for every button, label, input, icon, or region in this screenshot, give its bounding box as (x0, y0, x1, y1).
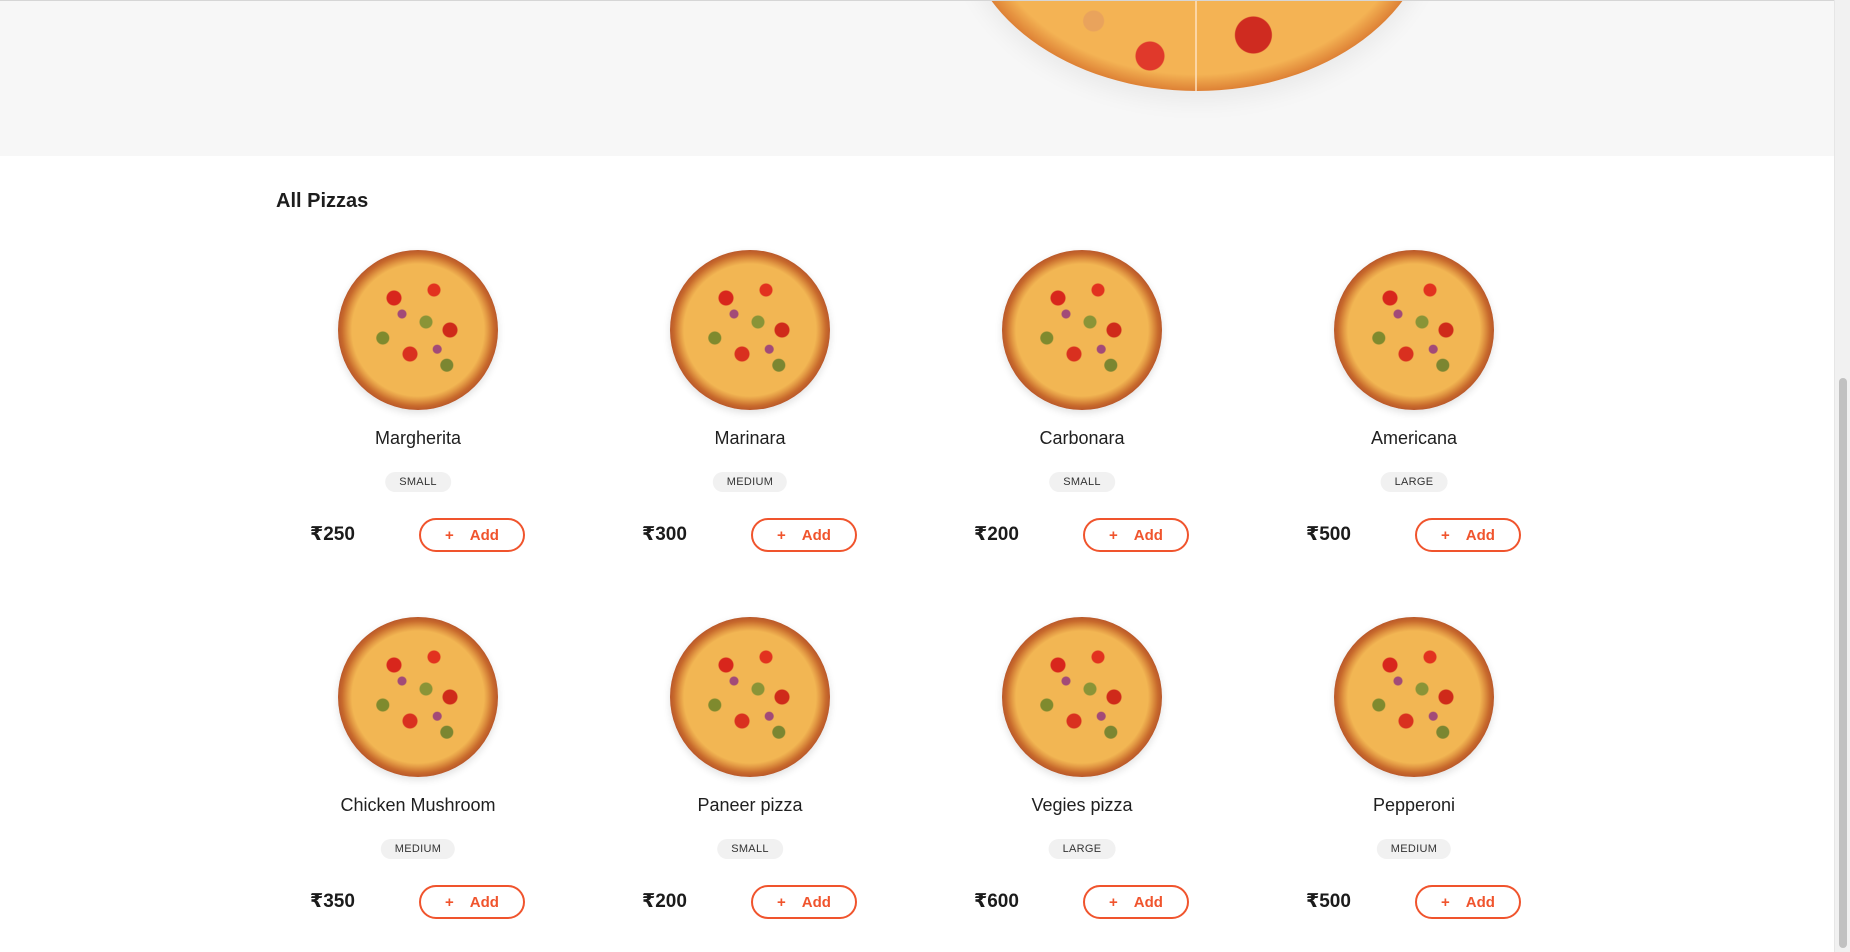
hero-banner (0, 0, 1834, 156)
pizza-name: Vegies pizza (1031, 795, 1133, 815)
add-button[interactable]: + Add (1083, 885, 1189, 919)
page: All Pizzas Margherita SMALL ₹250 + Add M… (0, 0, 1850, 952)
pizza-image (338, 250, 498, 410)
hero-pizza-image (962, 1, 1432, 91)
pizza-price: ₹200 (974, 524, 1019, 545)
pizza-card: Marinara MEDIUM ₹300 + Add (608, 246, 940, 613)
pizza-card: Paneer pizza SMALL ₹200 + Add (608, 613, 940, 952)
add-button-label: Add (1133, 526, 1163, 544)
size-badge: LARGE (1048, 839, 1116, 859)
pizza-image (1334, 617, 1494, 777)
scrollbar[interactable] (1834, 0, 1850, 952)
add-button-label: Add (801, 526, 831, 544)
add-button-label: Add (1133, 893, 1163, 911)
add-button-label: Add (469, 893, 499, 911)
add-button-label: Add (1465, 893, 1495, 911)
pizza-name: Carbonara (1039, 428, 1125, 448)
pizza-card: Margherita SMALL ₹250 + Add (276, 246, 608, 613)
plus-icon: + (1441, 526, 1450, 544)
plus-icon: + (1109, 893, 1118, 911)
pizza-price: ₹200 (642, 891, 687, 912)
pizza-image (670, 617, 830, 777)
add-button[interactable]: + Add (1083, 518, 1189, 552)
size-badge: MEDIUM (380, 839, 456, 859)
pizza-price: ₹300 (642, 524, 687, 545)
pizza-card: Carbonara SMALL ₹200 + Add (940, 246, 1272, 613)
add-button-label: Add (1465, 526, 1495, 544)
size-badge: MEDIUM (1376, 839, 1452, 859)
pizza-name: Marinara (714, 428, 786, 448)
section-title: All Pizzas (276, 190, 369, 212)
pizza-grid: Margherita SMALL ₹250 + Add Marinara MED… (276, 246, 1608, 952)
pizza-image (338, 617, 498, 777)
pizza-name: Americana (1370, 428, 1458, 448)
pizza-image (1002, 617, 1162, 777)
pizza-card: Pepperoni MEDIUM ₹500 + Add (1272, 613, 1604, 952)
size-badge: SMALL (1049, 472, 1115, 492)
pizza-image (670, 250, 830, 410)
pizza-card: Vegies pizza LARGE ₹600 + Add (940, 613, 1272, 952)
size-badge: LARGE (1380, 472, 1448, 492)
add-button[interactable]: + Add (1415, 518, 1521, 552)
plus-icon: + (1441, 893, 1450, 911)
scrollbar-thumb[interactable] (1839, 378, 1847, 948)
add-button[interactable]: + Add (419, 518, 525, 552)
plus-icon: + (445, 893, 454, 911)
size-badge: SMALL (385, 472, 451, 492)
plus-icon: + (777, 526, 786, 544)
pizza-card: Chicken Mushroom MEDIUM ₹350 + Add (276, 613, 608, 952)
pizza-image (1334, 250, 1494, 410)
pizza-name: Chicken Mushroom (340, 795, 496, 815)
add-button[interactable]: + Add (751, 518, 857, 552)
plus-icon: + (1109, 526, 1118, 544)
pizza-image (1002, 250, 1162, 410)
add-button-label: Add (801, 893, 831, 911)
pizza-card: Americana LARGE ₹500 + Add (1272, 246, 1604, 613)
pizza-price: ₹350 (310, 891, 355, 912)
pizza-price: ₹600 (974, 891, 1019, 912)
pizza-name: Margherita (374, 428, 462, 448)
add-button-label: Add (469, 526, 499, 544)
pizza-name: Pepperoni (1372, 795, 1456, 815)
size-badge: MEDIUM (712, 472, 788, 492)
pizza-price: ₹500 (1306, 891, 1351, 912)
add-button[interactable]: + Add (751, 885, 857, 919)
add-button[interactable]: + Add (1415, 885, 1521, 919)
pizza-price: ₹250 (310, 524, 355, 545)
plus-icon: + (777, 893, 786, 911)
pizza-price: ₹500 (1306, 524, 1351, 545)
pizza-name: Paneer pizza (697, 795, 803, 815)
size-badge: SMALL (717, 839, 783, 859)
plus-icon: + (445, 526, 454, 544)
add-button[interactable]: + Add (419, 885, 525, 919)
